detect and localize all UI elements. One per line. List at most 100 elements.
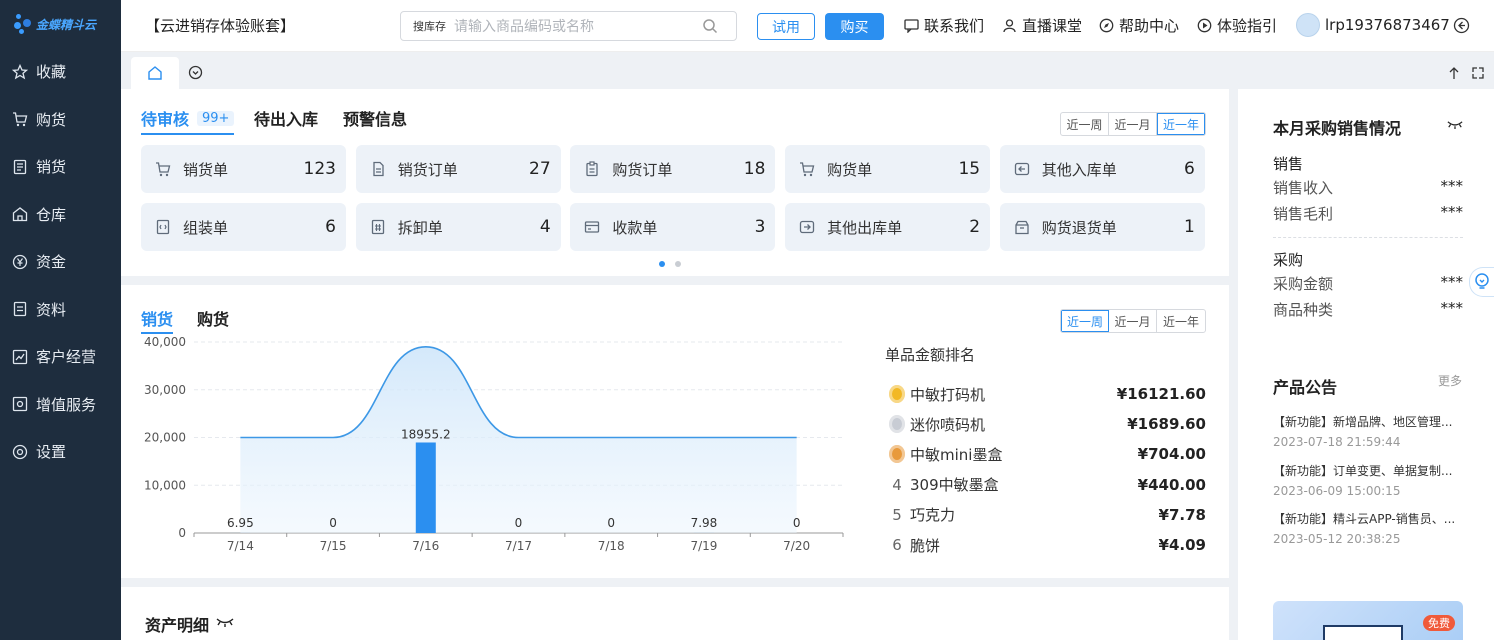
- account-title[interactable]: 【云进销存体验账套】: [145, 15, 295, 36]
- live-class-link[interactable]: 直播课堂: [1002, 15, 1082, 36]
- promo-banner[interactable]: 免费: [1273, 601, 1463, 640]
- eye-closed-icon[interactable]: [1447, 120, 1463, 129]
- logo[interactable]: 金蝶精斗云: [0, 0, 121, 48]
- more-link[interactable]: 更多: [1438, 372, 1462, 389]
- sidebar-item-label: 销货: [36, 158, 67, 177]
- pending-tile[interactable]: 销货订单 27: [355, 145, 561, 193]
- pending-tile[interactable]: 销货单 123: [141, 145, 346, 193]
- disassembly-icon: [368, 217, 388, 237]
- summary-value: ***: [1440, 273, 1464, 291]
- medal-badge: [889, 415, 905, 434]
- receipt-icon: [12, 159, 28, 175]
- pager-dot[interactable]: [675, 261, 681, 267]
- ranking-row: 中敏mini墨盒 ¥704.00: [884, 441, 1206, 467]
- search-box[interactable]: 搜库存 请输入商品编码或名称: [400, 11, 737, 41]
- sidebar-item-8[interactable]: 设置: [0, 428, 121, 476]
- x-tick-label: 7/14: [227, 539, 254, 553]
- sales-heading: 销售: [1273, 155, 1304, 173]
- pending-tile[interactable]: 组装单 6: [141, 203, 346, 251]
- page-tabs-bar: [121, 53, 1494, 89]
- summary-row: 商品种类 ***: [1273, 299, 1463, 320]
- x-tick-label: 7/16: [412, 539, 439, 553]
- help-center-link[interactable]: 帮助中心: [1099, 15, 1179, 36]
- y-tick-label: 0: [178, 526, 186, 540]
- sidebar-item-0[interactable]: 收藏: [0, 48, 121, 96]
- data-label: 6.95: [227, 516, 254, 530]
- lightbulb-icon: [1475, 273, 1489, 289]
- user-menu[interactable]: lrp19376873467: [1296, 13, 1450, 37]
- data-label: 18955.2: [401, 427, 451, 441]
- pending-tile[interactable]: 其他入库单 6: [999, 145, 1205, 193]
- notice-item[interactable]: 【新功能】订单变更、单据复制... 2023-06-09 15:00:15: [1273, 462, 1463, 498]
- range-option[interactable]: 近一周: [1061, 310, 1109, 332]
- x-tick-label: 7/20: [783, 539, 810, 553]
- tile-label: 收款单: [612, 218, 658, 237]
- tab-dropdown-icon[interactable]: [188, 65, 203, 80]
- tab-pending-review[interactable]: 待审核 99+: [141, 106, 235, 135]
- range-option[interactable]: 近一年: [1157, 113, 1205, 135]
- guide-link[interactable]: 体验指引: [1197, 15, 1277, 36]
- ranking-item-amount: ¥7.78: [1158, 505, 1206, 524]
- search-icon[interactable]: [702, 18, 718, 34]
- pending-tile[interactable]: 收款单 3: [570, 203, 776, 251]
- assistant-float-button[interactable]: [1469, 267, 1494, 297]
- summary-row: 采购金额 ***: [1273, 273, 1463, 294]
- tile-label: 其他出库单: [827, 218, 903, 237]
- buy-button[interactable]: 购买: [825, 13, 884, 40]
- fullscreen-icon[interactable]: [1472, 67, 1484, 79]
- ranking-title: 单品金额排名: [885, 346, 976, 364]
- sidebar-item-6[interactable]: 客户经营: [0, 333, 121, 381]
- range-option[interactable]: 近一月: [1109, 310, 1157, 332]
- ranking-item-name: 迷你喷码机: [910, 415, 986, 434]
- y-tick-label: 10,000: [144, 478, 186, 492]
- tab-warnings[interactable]: 预警信息: [343, 106, 407, 130]
- pending-tile[interactable]: 购货单 15: [785, 145, 991, 193]
- pending-card: 待审核 99+ 待出入库 预警信息 近一周 近一月 近一年 销货单 123 销货订单 27…: [121, 89, 1229, 276]
- pending-tile[interactable]: 购货订单 18: [570, 145, 776, 193]
- sidebar-item-3[interactable]: 仓库: [0, 191, 121, 239]
- sidebar-item-7[interactable]: 增值服务: [0, 381, 121, 429]
- rank-number: 5: [892, 505, 902, 524]
- sidebar-item-2[interactable]: 销货: [0, 143, 121, 191]
- try-button[interactable]: 试用: [757, 13, 815, 40]
- pending-tile[interactable]: 其他出库单 2: [785, 203, 991, 251]
- pending-range-selector: 近一周 近一月 近一年: [1060, 112, 1206, 136]
- summary-value: ***: [1440, 299, 1464, 317]
- tab-pending-stock[interactable]: 待出入库: [254, 106, 318, 130]
- sidebar-item-4[interactable]: 资金: [0, 238, 121, 286]
- notice-item[interactable]: 【新功能】精斗云APP-销售员、... 2023-05-12 20:38:25: [1273, 510, 1463, 546]
- sidebar-item-1[interactable]: 购货: [0, 96, 121, 144]
- logo-text: 金蝶精斗云: [36, 17, 97, 32]
- logout-icon[interactable]: [1453, 17, 1470, 34]
- home-tab[interactable]: [131, 57, 179, 89]
- qr-code-icon: [1323, 625, 1403, 640]
- tile-label: 购货单: [827, 160, 873, 179]
- tile-label: 组装单: [183, 218, 229, 237]
- summary-value: ***: [1440, 177, 1464, 195]
- search-input[interactable]: 请输入商品编码或名称: [454, 16, 594, 36]
- range-option[interactable]: 近一周: [1061, 113, 1109, 135]
- range-option[interactable]: 近一月: [1109, 113, 1157, 135]
- pager-dot[interactable]: [659, 261, 665, 267]
- range-option[interactable]: 近一年: [1157, 310, 1205, 332]
- notice-item[interactable]: 【新功能】新增品牌、地区管理... 2023-07-18 21:59:44: [1273, 413, 1463, 449]
- trend-line: [240, 345, 797, 439]
- area-fill: [240, 346, 797, 533]
- pending-tile[interactable]: 购货退货单 1: [999, 203, 1205, 251]
- pending-tile[interactable]: 拆卸单 4: [355, 203, 561, 251]
- notice-date: 2023-05-12 20:38:25: [1273, 532, 1401, 546]
- tile-count: 2: [969, 217, 981, 237]
- pending-count-badge: 99+: [197, 110, 235, 126]
- search-scope-label[interactable]: 搜库存: [401, 18, 454, 34]
- sidebar-item-label: 资料: [36, 300, 67, 319]
- eye-closed-icon[interactable]: [216, 617, 234, 627]
- home-icon: [148, 66, 162, 80]
- scroll-top-icon[interactable]: [1448, 66, 1460, 80]
- contact-link[interactable]: 联系我们: [904, 15, 984, 36]
- x-tick-label: 7/17: [505, 539, 532, 553]
- tab-pending-review-label: 待审核: [141, 110, 190, 129]
- clipboard-icon: [582, 159, 602, 179]
- tile-count: 3: [754, 217, 766, 237]
- sidebar-item-5[interactable]: 资料: [0, 286, 121, 334]
- avatar: [1296, 13, 1320, 37]
